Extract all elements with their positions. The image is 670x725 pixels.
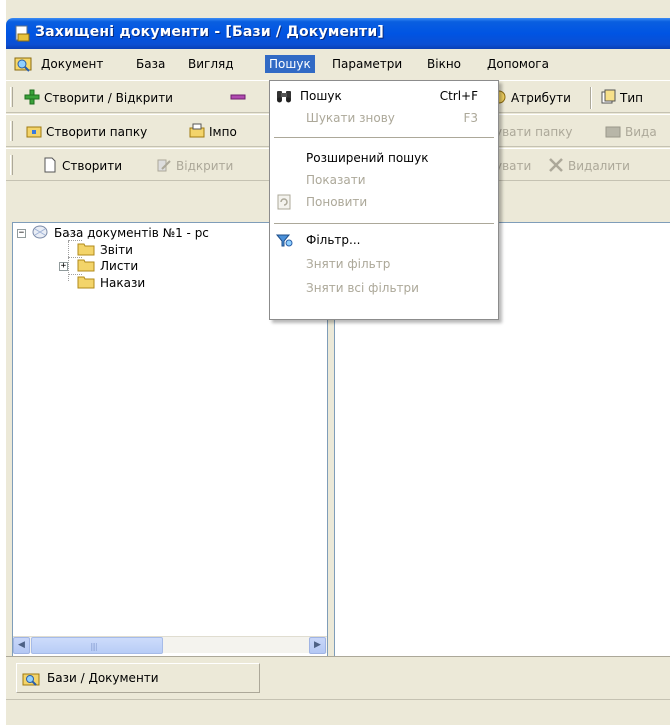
toolbar-grip[interactable] <box>10 121 13 141</box>
menu-window[interactable]: Вікно <box>423 55 465 73</box>
window-title: Захищені документи - [Бази / Документи] <box>35 24 384 40</box>
menu-help[interactable]: Допомога <box>483 55 553 73</box>
menu-item-label: Показати <box>306 173 366 187</box>
create-label: Створити <box>62 159 122 173</box>
create-button[interactable]: Створити <box>42 155 122 177</box>
minus-icon <box>230 94 246 100</box>
menu-item-remove-filter[interactable]: Зняти фільтр <box>270 253 498 275</box>
toolbar-separator <box>590 87 592 109</box>
open-label: Відкрити <box>176 159 234 173</box>
plus-icon <box>24 89 40 105</box>
remove-button[interactable] <box>230 87 250 109</box>
attributes-label: Атрибути <box>511 91 571 105</box>
edit-folder-button[interactable]: увати папку <box>495 121 573 143</box>
status-bar <box>6 699 670 725</box>
create-open-label: Створити / Відкрити <box>44 91 173 105</box>
open-document-icon <box>157 159 171 172</box>
delete-icon <box>549 158 563 172</box>
tab-databases-documents[interactable]: Бази / Документи <box>16 663 260 693</box>
folder-icon <box>77 276 95 289</box>
scroll-right-button[interactable]: ▶ <box>309 637 326 654</box>
tree-root-label: База документів №1 - рс <box>54 226 209 240</box>
menu-item-filter[interactable]: Фільтр... <box>270 229 498 251</box>
menu-item-search[interactable]: Пошук Ctrl+F <box>270 85 498 107</box>
folder-icon <box>77 259 95 272</box>
edit-folder-label: увати папку <box>495 125 573 139</box>
new-folder-icon <box>26 126 42 138</box>
tree-root[interactable]: База документів №1 - рс <box>31 225 209 242</box>
create-folder-label: Створити папку <box>46 125 148 139</box>
menu-parameters[interactable]: Параметри <box>328 55 406 73</box>
menu-item-advanced-search[interactable]: Розширений пошук <box>270 147 498 169</box>
menu-item-shortcut: F3 <box>463 111 478 125</box>
delete-folder-button[interactable]: Вида <box>605 121 657 143</box>
create-open-button[interactable]: Створити / Відкрити <box>24 87 173 109</box>
tree-item-letters[interactable]: Листи <box>77 258 138 275</box>
menu-item-label: Розширений пошук <box>306 151 429 165</box>
menu-item-shortcut: Ctrl+F <box>439 89 478 103</box>
document-icon <box>15 25 30 42</box>
database-icon <box>32 225 48 239</box>
menu-item-label: Зняти всі фільтри <box>306 281 419 295</box>
menu-item-remove-all-filters[interactable]: Зняти всі фільтри <box>270 277 498 299</box>
menu-item-label: Фільтр... <box>306 233 361 247</box>
import-icon <box>189 123 205 138</box>
menu-separator <box>274 223 494 224</box>
tree-item-orders[interactable]: Накази <box>77 275 145 292</box>
menu-database[interactable]: База <box>132 55 169 73</box>
delete-folder-label: Вида <box>625 125 657 139</box>
menu-item-label: Зняти фільтр <box>306 257 391 271</box>
types-button[interactable]: Тип <box>600 87 643 109</box>
create-folder-button[interactable]: Створити папку <box>26 121 147 143</box>
binoculars-icon <box>277 91 291 103</box>
toolbar-grip[interactable] <box>10 87 13 107</box>
refresh-icon <box>277 194 291 210</box>
title-bar[interactable]: Захищені документи - [Бази / Документи] <box>6 18 670 49</box>
menu-view[interactable]: Вигляд <box>184 55 238 73</box>
search-folder-icon <box>22 673 40 686</box>
tree-guide <box>68 241 69 281</box>
edit-label: увати <box>495 159 532 173</box>
menu-item-refresh[interactable]: Поновити <box>270 191 498 213</box>
tree-item-label: Листи <box>100 259 139 273</box>
app-window: Захищені документи - [Бази / Документи] … <box>6 0 670 725</box>
menu-item-label: Поновити <box>306 195 368 209</box>
expand-toggle[interactable]: + <box>59 262 68 271</box>
edit-button[interactable]: увати <box>495 155 531 177</box>
menu-search[interactable]: Пошук <box>265 55 315 73</box>
horizontal-scrollbar[interactable]: ◀ |||| ▶ <box>13 636 327 654</box>
scroll-left-button[interactable]: ◀ <box>13 637 30 654</box>
delete-label: Видалити <box>568 159 630 173</box>
menu-separator <box>274 137 494 138</box>
types-icon <box>601 89 616 104</box>
tree-item-label: Звіти <box>100 243 133 257</box>
import-button[interactable]: Імпо <box>189 121 237 143</box>
types-label: Тип <box>620 91 643 105</box>
attributes-button[interactable]: Атрибути <box>491 87 571 109</box>
tab-label: Бази / Документи <box>47 671 159 685</box>
menu-item-search-again[interactable]: Шукати знову F3 <box>270 107 498 129</box>
menu-bar: Документ База Вигляд Пошук Параметри Вік… <box>6 52 670 76</box>
window-tab-bar: Бази / Документи <box>6 656 670 698</box>
new-document-icon <box>44 157 56 173</box>
collapse-toggle[interactable]: − <box>17 229 26 238</box>
import-label: Імпо <box>209 125 237 139</box>
folder-icon <box>77 243 95 256</box>
scroll-thumb[interactable]: |||| <box>31 637 163 654</box>
system-menu-icon[interactable] <box>14 56 32 72</box>
open-button[interactable]: Відкрити <box>156 155 233 177</box>
menu-document[interactable]: Документ <box>37 55 107 73</box>
delete-button[interactable]: Видалити <box>548 155 630 177</box>
tree-item-label: Накази <box>100 276 146 290</box>
menu-item-label: Шукати знову <box>306 111 395 125</box>
filter-icon <box>275 234 293 247</box>
menu-item-label: Пошук <box>300 89 342 103</box>
scroll-grip-icon: |||| <box>90 642 98 651</box>
search-menu-dropdown: Пошук Ctrl+F Шукати знову F3 Розширений … <box>269 80 499 320</box>
tree-item-reports[interactable]: Звіти <box>77 242 133 259</box>
folder-icon <box>605 126 621 138</box>
toolbar-grip[interactable] <box>10 155 13 175</box>
menu-item-show[interactable]: Показати <box>270 169 498 191</box>
